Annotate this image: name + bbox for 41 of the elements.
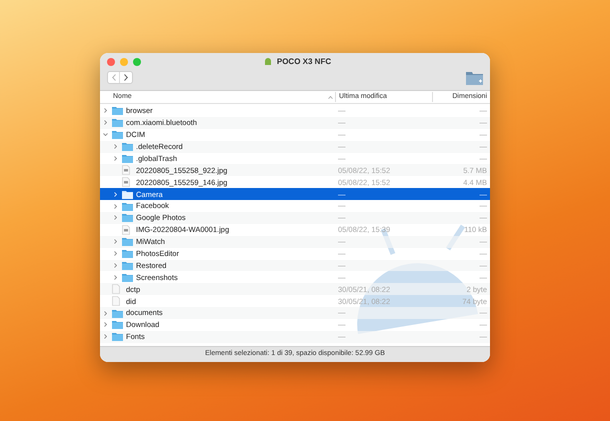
chevron-down-icon[interactable] <box>103 132 108 138</box>
chevron-right-icon[interactable] <box>103 120 108 126</box>
folder-icon <box>122 237 133 246</box>
chevron-right-icon[interactable] <box>113 204 118 209</box>
chevron-right-icon[interactable] <box>113 156 118 161</box>
chevron-right-icon[interactable] <box>113 215 118 220</box>
folder-icon <box>122 213 133 222</box>
folder-icon <box>112 308 123 318</box>
chevron-right-icon[interactable] <box>103 322 108 328</box>
chevron-right-icon[interactable] <box>113 274 118 280</box>
forward-icon <box>124 74 128 80</box>
android-icon <box>262 57 273 67</box>
file-icon <box>112 284 120 294</box>
image-file-icon <box>122 165 130 176</box>
chevron-right-icon[interactable] <box>103 310 108 316</box>
image-file-icon <box>122 224 130 235</box>
folder-icon <box>112 332 123 342</box>
chevron-right-icon[interactable] <box>113 144 118 150</box>
folder-icon <box>122 154 133 163</box>
folder-icon <box>112 320 123 330</box>
folder-icon <box>122 190 133 199</box>
chevron-right-icon[interactable] <box>113 263 118 268</box>
folder-icon <box>122 249 133 258</box>
chevron-right-icon[interactable] <box>113 239 118 244</box>
folder-icon <box>122 202 133 211</box>
folder-icon <box>122 272 133 282</box>
chevron-right-icon[interactable] <box>113 251 118 256</box>
image-file-icon <box>122 177 130 188</box>
chevron-right-icon[interactable] <box>103 108 108 114</box>
folder-icon <box>112 118 123 128</box>
new-folder-icon <box>466 71 483 85</box>
folder-icon <box>122 261 133 270</box>
folder-icon <box>112 106 123 116</box>
folder-icon <box>112 130 123 140</box>
back-icon <box>112 74 116 80</box>
new-folder-button[interactable] <box>466 71 483 85</box>
file-icon <box>112 296 120 306</box>
close-button[interactable] <box>107 58 115 66</box>
window-title: POCO X3 NFC <box>276 56 332 68</box>
chevron-right-icon[interactable] <box>103 334 108 340</box>
folder-icon <box>122 142 133 152</box>
